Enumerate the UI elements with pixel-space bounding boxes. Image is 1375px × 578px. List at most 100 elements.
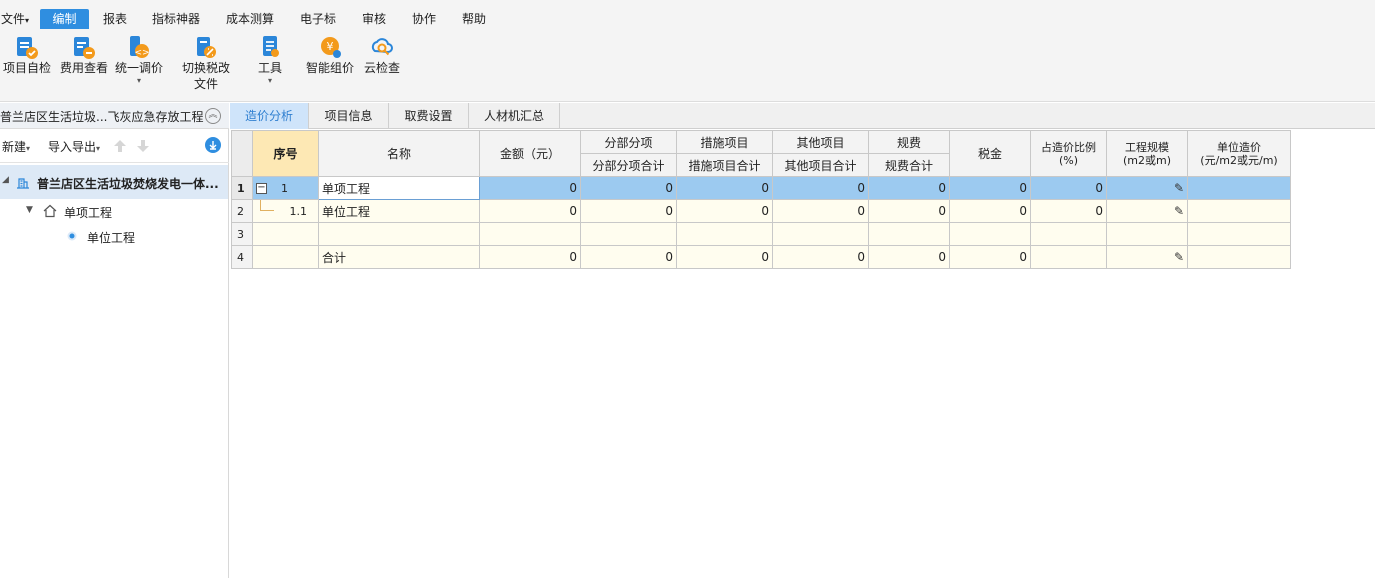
cloud-check-button[interactable]: 云检查 [362, 34, 402, 76]
cell-gf[interactable] [868, 222, 950, 246]
menu-collab[interactable]: 协作 [406, 9, 442, 29]
move-up-icon[interactable] [113, 139, 127, 153]
move-down-icon[interactable] [136, 139, 150, 153]
cell-seq[interactable]: 1.1 [252, 199, 319, 223]
cell-name[interactable]: 单项工程 [318, 176, 480, 200]
cell-amount[interactable]: 0 [479, 245, 581, 269]
header-qtxm-sum[interactable]: 其他项目合计 [772, 153, 869, 177]
cell-qtxm[interactable] [772, 222, 869, 246]
project-self-check-button[interactable]: 项目自检 [2, 34, 52, 76]
cell-amount[interactable] [479, 222, 581, 246]
cell-name[interactable]: 单位工程 [318, 199, 480, 223]
cell-qtxm[interactable]: 0 [772, 245, 869, 269]
edit-pencil-icon[interactable]: ✎ [1174, 204, 1184, 218]
cell-csxm[interactable]: 0 [676, 176, 773, 200]
menu-e-bid[interactable]: 电子标 [294, 9, 342, 29]
header-csxm[interactable]: 措施项目 [676, 130, 773, 154]
header-ratio[interactable]: 占造价比例 (%) [1030, 130, 1107, 177]
header-qtxm[interactable]: 其他项目 [772, 130, 869, 154]
cell-tax[interactable] [949, 222, 1031, 246]
new-dropdown[interactable]: 新建▾ [2, 138, 30, 155]
header-gf-sum[interactable]: 规费合计 [868, 153, 950, 177]
header-fbfx[interactable]: 分部分项 [580, 130, 677, 154]
header-name[interactable]: 名称 [318, 130, 480, 177]
menu-cost-calc[interactable]: 成本测算 [220, 9, 280, 29]
import-export-dropdown[interactable]: 导入导出▾ [48, 138, 100, 155]
cell-unit-price[interactable] [1187, 199, 1291, 223]
cell-name[interactable]: 合计 [318, 245, 480, 269]
cell-scale[interactable]: ✎ [1106, 199, 1188, 223]
cell-csxm[interactable] [676, 222, 773, 246]
header-seq[interactable]: 序号 [252, 130, 319, 177]
cell-gf[interactable]: 0 [868, 245, 950, 269]
smart-price-button[interactable]: ¥ 智能组价 [304, 34, 356, 76]
cell-unit-price[interactable] [1187, 245, 1291, 269]
tools-button[interactable]: 工具 ▾ [253, 34, 287, 86]
cell-scale[interactable] [1106, 222, 1188, 246]
header-gf[interactable]: 规费 [868, 130, 950, 154]
cell-seq[interactable]: −1 [252, 176, 319, 200]
table-row[interactable]: 4 合计 0 0 0 0 0 0 ✎ [231, 245, 1291, 269]
header-unit-price[interactable]: 单位造价 (元/m2或元/m) [1187, 130, 1291, 177]
tree-node-single[interactable]: ▼ 单项工程 [0, 201, 228, 225]
cell-tax[interactable]: 0 [949, 245, 1031, 269]
table-row[interactable]: 2 1.1 单位工程 0 0 0 0 0 0 0 ✎ [231, 199, 1291, 223]
header-tax[interactable]: 税金 [949, 130, 1031, 177]
cell-scale[interactable]: ✎ [1106, 176, 1188, 200]
edit-pencil-icon[interactable]: ✎ [1174, 250, 1184, 264]
edit-pencil-icon[interactable]: ✎ [1174, 181, 1184, 195]
header-scale[interactable]: 工程规模 (m2或m) [1106, 130, 1188, 177]
cell-unit-price[interactable] [1187, 176, 1291, 200]
menu-help[interactable]: 帮助 [456, 9, 492, 29]
cell-ratio[interactable] [1030, 222, 1107, 246]
table-row[interactable]: 1 −1 单项工程 0 0 0 0 0 0 0 ✎ [231, 176, 1291, 200]
cell-qtxm[interactable]: 0 [772, 199, 869, 223]
switch-tax-file-button[interactable]: 切换税改 文件 [178, 34, 234, 92]
cell-csxm[interactable]: 0 [676, 199, 773, 223]
tree-node-unit[interactable]: 单位工程 [0, 226, 228, 250]
grid-corner [231, 130, 253, 177]
table-row[interactable]: 3 [231, 222, 1291, 246]
cell-fbfx[interactable] [580, 222, 677, 246]
cell-amount[interactable]: 0 [479, 176, 581, 200]
cell-csxm[interactable]: 0 [676, 245, 773, 269]
collapse-toggle-icon[interactable]: − [256, 183, 267, 194]
tree-collapse-icon[interactable]: ◢ [2, 175, 9, 185]
cell-gf[interactable]: 0 [868, 176, 950, 200]
cell-tax[interactable]: 0 [949, 176, 1031, 200]
cell-seq-value: 1 [281, 182, 288, 195]
cell-fbfx[interactable]: 0 [580, 176, 677, 200]
tab-project-info[interactable]: 项目信息 [309, 103, 389, 129]
cell-seq[interactable] [252, 222, 319, 246]
cell-gf[interactable]: 0 [868, 199, 950, 223]
menu-file[interactable]: 文件▾ [0, 9, 30, 29]
cell-name[interactable] [318, 222, 480, 246]
cell-unit-price[interactable] [1187, 222, 1291, 246]
tab-cost-analysis[interactable]: 造价分析 [230, 103, 309, 129]
cell-tax[interactable]: 0 [949, 199, 1031, 223]
header-csxm-sum[interactable]: 措施项目合计 [676, 153, 773, 177]
cell-qtxm[interactable]: 0 [772, 176, 869, 200]
menu-review[interactable]: 审核 [356, 9, 392, 29]
menu-index[interactable]: 指标神器 [146, 9, 206, 29]
fee-view-button[interactable]: 费用查看 [58, 34, 110, 76]
collapse-up-icon[interactable]: ︽ [205, 108, 221, 124]
cell-scale[interactable]: ✎ [1106, 245, 1188, 269]
cell-fbfx[interactable]: 0 [580, 245, 677, 269]
header-fbfx-sum[interactable]: 分部分项合计 [580, 153, 677, 177]
header-amount[interactable]: 金额（元） [479, 130, 581, 177]
tab-fee-settings[interactable]: 取费设置 [389, 103, 469, 129]
cell-ratio[interactable] [1030, 245, 1107, 269]
tab-material-summary[interactable]: 人材机汇总 [469, 103, 560, 129]
menu-edit[interactable]: 编制 [40, 9, 89, 29]
cell-seq[interactable] [252, 245, 319, 269]
download-circle-icon[interactable] [205, 137, 221, 153]
menu-report[interactable]: 报表 [98, 9, 132, 29]
tree-expand-icon[interactable]: ▼ [26, 205, 33, 215]
unify-price-button[interactable]: <> 统一调价 ▾ [113, 34, 165, 86]
cell-amount[interactable]: 0 [479, 199, 581, 223]
cell-ratio[interactable]: 0 [1030, 199, 1107, 223]
cell-ratio[interactable]: 0 [1030, 176, 1107, 200]
cell-fbfx[interactable]: 0 [580, 199, 677, 223]
tree-node-project[interactable]: ◢ 普兰店区生活垃圾焚烧发电一体... [0, 165, 228, 199]
